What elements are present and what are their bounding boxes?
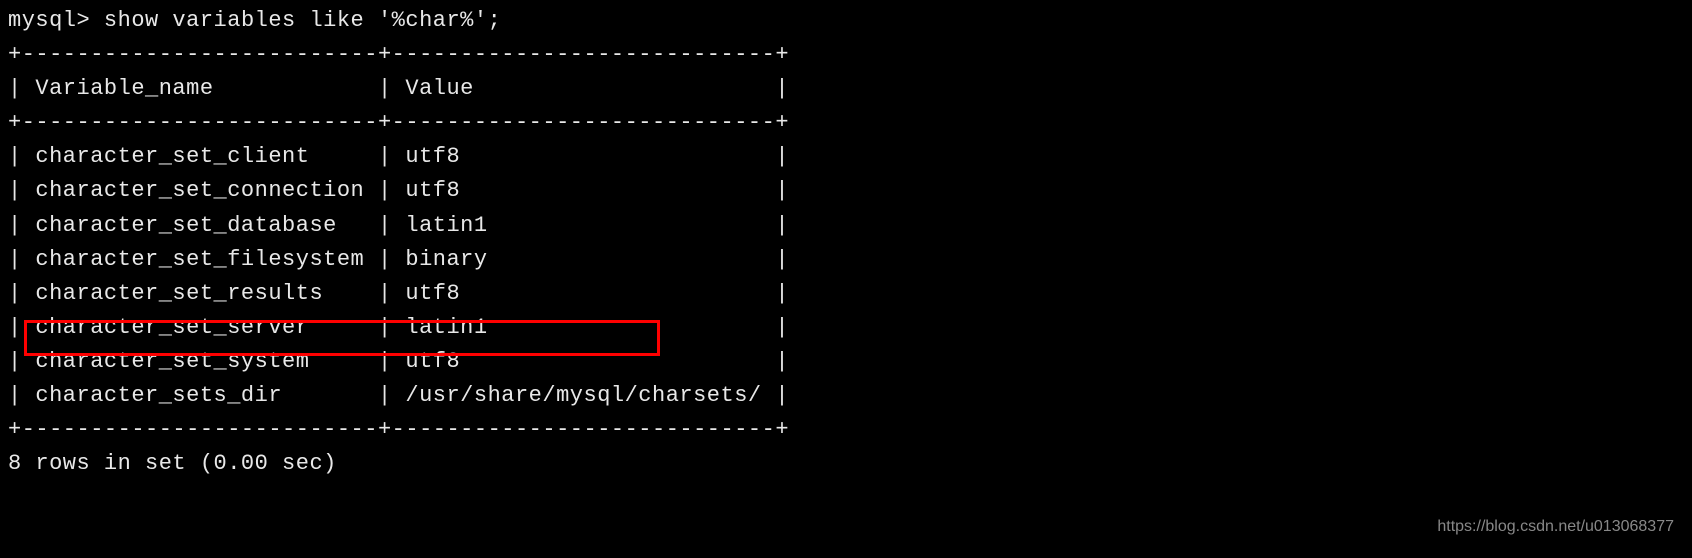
mysql-prompt: mysql> bbox=[8, 8, 104, 33]
result-footer: 8 rows in set (0.00 sec) bbox=[8, 447, 1684, 481]
table-row: | character_set_database | latin1 | bbox=[8, 209, 1684, 243]
command-line: mysql> show variables like '%char%'; bbox=[8, 4, 1684, 38]
table-row: | character_set_client | utf8 | bbox=[8, 140, 1684, 174]
table-border-bottom: +--------------------------+------------… bbox=[8, 413, 1684, 447]
table-border-top: +--------------------------+------------… bbox=[8, 38, 1684, 72]
table-row: | character_set_filesystem | binary | bbox=[8, 243, 1684, 277]
table-row: | character_set_server | latin1 | bbox=[8, 311, 1684, 345]
watermark-text: https://blog.csdn.net/u013068377 bbox=[1437, 515, 1674, 540]
table-body: | character_set_client | utf8 || charact… bbox=[8, 140, 1684, 413]
table-header-row: | Variable_name | Value | bbox=[8, 72, 1684, 106]
table-row: | character_set_results | utf8 | bbox=[8, 277, 1684, 311]
table-row: | character_sets_dir | /usr/share/mysql/… bbox=[8, 379, 1684, 413]
table-row: | character_set_system | utf8 | bbox=[8, 345, 1684, 379]
table-border-mid: +--------------------------+------------… bbox=[8, 106, 1684, 140]
sql-command: show variables like '%char%'; bbox=[104, 8, 501, 33]
table-row: | character_set_connection | utf8 | bbox=[8, 174, 1684, 208]
